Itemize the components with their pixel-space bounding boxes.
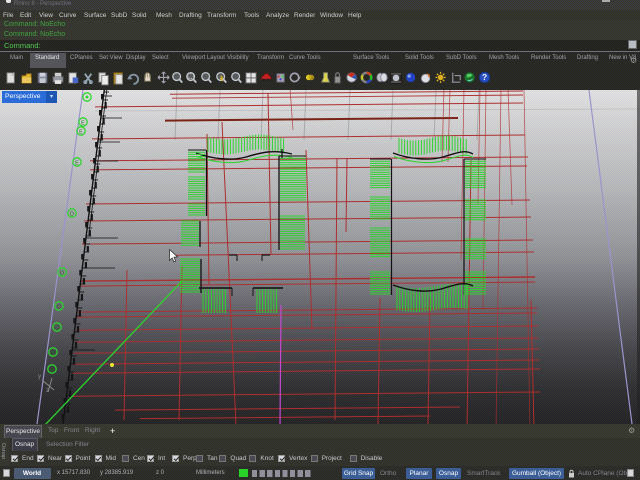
svg-text:z: z [46, 388, 49, 394]
svg-text:D: D [70, 212, 74, 218]
svg-text:A: A [50, 368, 54, 374]
svg-text:?: ? [482, 72, 487, 82]
svg-text:E: E [79, 130, 83, 136]
svg-text:y: y [38, 374, 41, 380]
svg-text:B: B [51, 351, 55, 357]
svg-text:E: E [81, 121, 85, 127]
svg-text:D: D [60, 271, 64, 277]
svg-text:C: C [57, 305, 61, 311]
svg-text:E: E [75, 161, 79, 167]
svg-text:C: C [55, 326, 59, 332]
